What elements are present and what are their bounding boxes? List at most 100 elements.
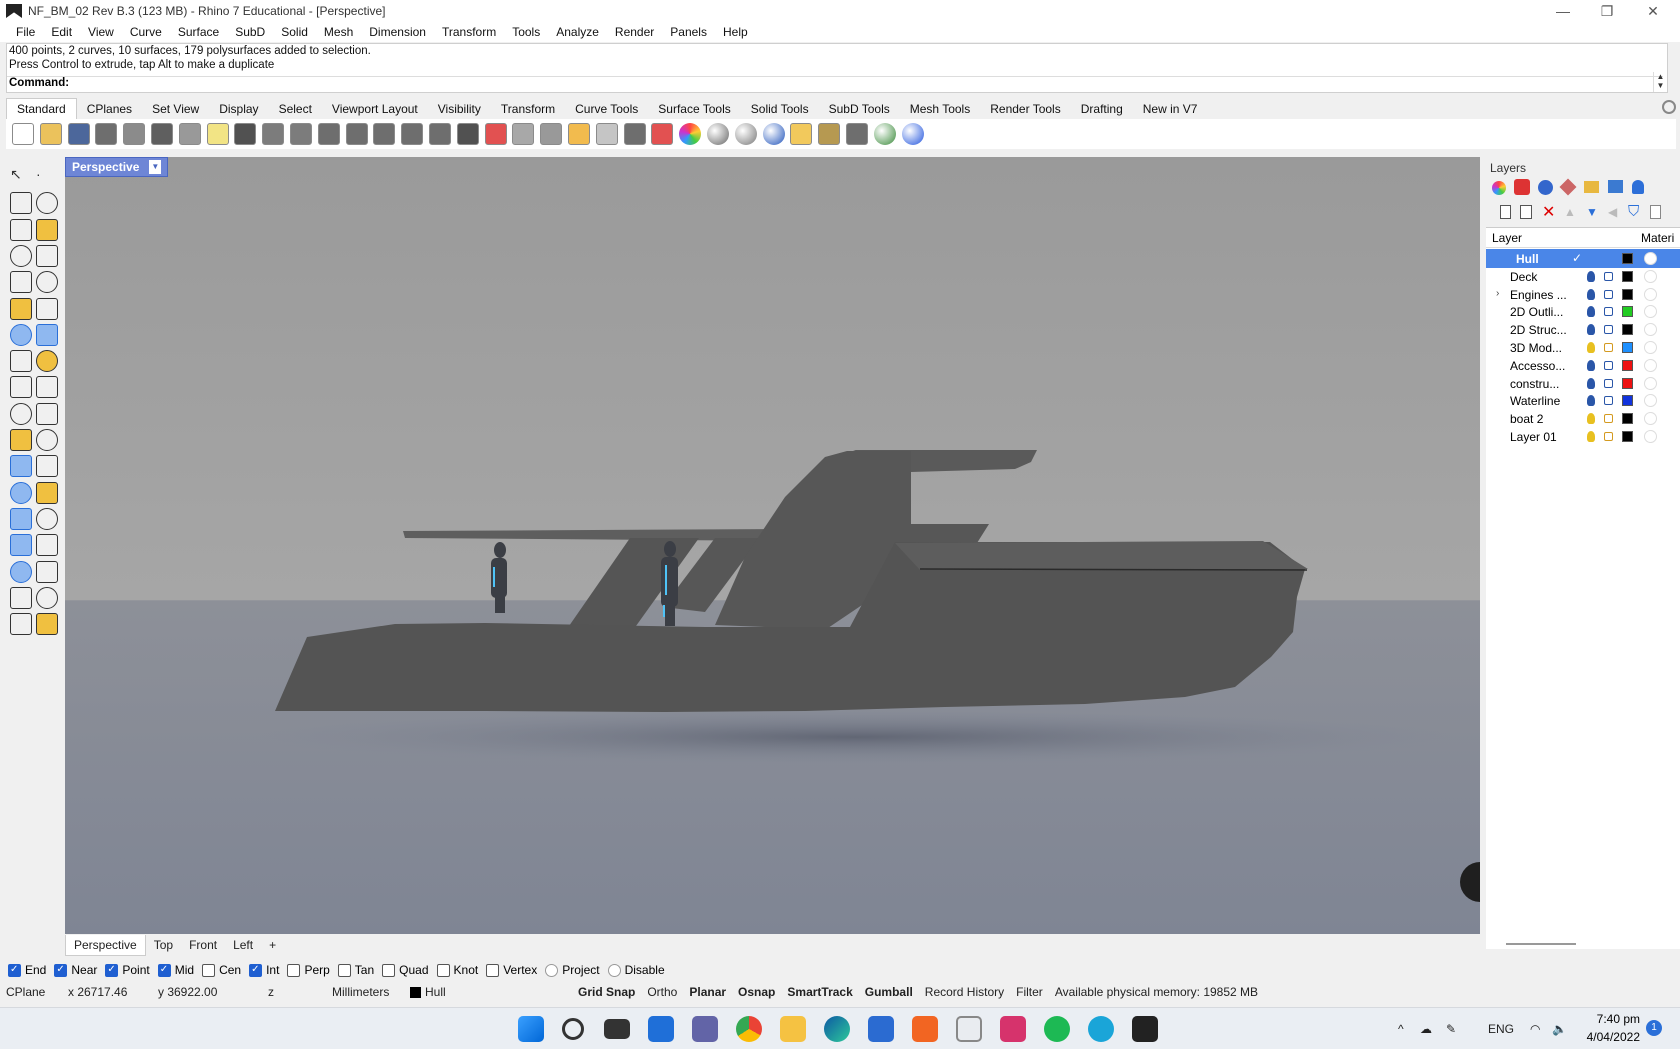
- toggle-osnap[interactable]: Osnap: [732, 985, 781, 999]
- array-icon[interactable]: [10, 560, 32, 583]
- add-viewport-tab-button[interactable]: +: [261, 935, 284, 955]
- osnap-mid[interactable]: Mid: [157, 963, 194, 977]
- tab-standard[interactable]: Standard: [6, 98, 77, 119]
- layer-color-swatch[interactable]: [1622, 288, 1633, 300]
- layer-icon[interactable]: [651, 123, 674, 145]
- color-wheel-icon[interactable]: [679, 123, 702, 145]
- solid-box-icon[interactable]: [10, 534, 32, 557]
- sphere-icon[interactable]: [1538, 180, 1553, 195]
- surface-rotate-icon[interactable]: [36, 350, 58, 373]
- new-sublayer-icon[interactable]: [1520, 205, 1532, 219]
- open-folder-icon[interactable]: [39, 123, 62, 145]
- lock-icon[interactable]: [1604, 360, 1613, 370]
- polyline-icon[interactable]: [10, 192, 32, 215]
- checkbox[interactable]: [436, 963, 450, 977]
- toggle-grid-snap[interactable]: Grid Snap: [572, 985, 641, 999]
- cut-icon[interactable]: [150, 123, 173, 145]
- menu-solid[interactable]: Solid: [273, 25, 316, 39]
- notification-badge[interactable]: 1: [1646, 1020, 1662, 1036]
- tab-perspective[interactable]: Perspective: [65, 934, 146, 956]
- checkbox[interactable]: [607, 963, 621, 977]
- menu-mesh[interactable]: Mesh: [316, 25, 361, 39]
- lightbulb-icon[interactable]: [1587, 342, 1595, 353]
- checkbox[interactable]: [249, 963, 263, 977]
- layer-color-swatch[interactable]: [1622, 413, 1633, 425]
- tab-visibility[interactable]: Visibility: [428, 99, 491, 119]
- lock-icon[interactable]: [1604, 414, 1613, 424]
- material-icon[interactable]: [1644, 323, 1657, 337]
- material-icon[interactable]: [1644, 305, 1657, 319]
- task-view-icon[interactable]: [604, 1019, 630, 1039]
- checkbox[interactable]: [202, 963, 216, 977]
- tab-display[interactable]: Display: [209, 99, 268, 119]
- boolean-union-icon[interactable]: [36, 323, 58, 346]
- menu-tools[interactable]: Tools: [504, 25, 548, 39]
- section-icon[interactable]: [36, 534, 58, 557]
- menu-help[interactable]: Help: [715, 25, 756, 39]
- layer-color-swatch[interactable]: [1622, 395, 1633, 407]
- points-on-icon[interactable]: [36, 429, 58, 451]
- polygon-icon[interactable]: [10, 244, 32, 267]
- color-wheel-icon[interactable]: [1492, 181, 1506, 195]
- pen-icon[interactable]: ✎: [1446, 1022, 1456, 1036]
- file-explorer-icon[interactable]: [780, 1016, 806, 1042]
- material-icon[interactable]: [1644, 430, 1657, 443]
- lightbulb-icon[interactable]: [1587, 431, 1595, 442]
- material-icon[interactable]: [1644, 358, 1657, 372]
- material-icon[interactable]: [1644, 412, 1657, 426]
- lightbulb-icon[interactable]: [1587, 395, 1595, 407]
- units-label[interactable]: Millimeters: [326, 985, 404, 999]
- checkbox[interactable]: [382, 963, 396, 977]
- filter-icon[interactable]: [790, 123, 813, 145]
- lock-icon[interactable]: [1604, 378, 1613, 388]
- menu-file[interactable]: File: [8, 25, 43, 39]
- expand-icon[interactable]: ›: [1496, 288, 1499, 299]
- menu-transform[interactable]: Transform: [434, 25, 504, 39]
- lightbulb-icon[interactable]: [1587, 324, 1595, 336]
- osnap-perp[interactable]: Perp: [287, 963, 330, 977]
- zoom-icon[interactable]: [317, 123, 340, 145]
- sphere-icon[interactable]: [706, 123, 729, 145]
- lock-icon[interactable]: [1604, 432, 1613, 441]
- menu-surface[interactable]: Surface: [170, 25, 227, 39]
- menu-view[interactable]: View: [80, 25, 122, 39]
- points-icon[interactable]: [567, 123, 590, 145]
- car-icon[interactable]: [484, 123, 507, 145]
- tab-viewport-layout[interactable]: Viewport Layout: [322, 99, 428, 119]
- clock-time[interactable]: 7:40 pm: [1584, 1012, 1640, 1026]
- rectangle-icon[interactable]: [36, 244, 58, 267]
- layer-row-layer-01[interactable]: Layer 01: [1486, 427, 1680, 446]
- indesign-icon[interactable]: [1000, 1016, 1026, 1042]
- word-app-icon[interactable]: [1088, 1016, 1114, 1042]
- checkbox[interactable]: [486, 963, 500, 977]
- blue-sphere-icon[interactable]: [762, 123, 785, 145]
- osnap-point[interactable]: Point: [105, 963, 150, 977]
- fillet-icon[interactable]: [10, 455, 32, 478]
- offset-icon[interactable]: [10, 402, 32, 425]
- tab-drafting[interactable]: Drafting: [1071, 99, 1133, 119]
- layer-color-swatch[interactable]: [1622, 359, 1633, 371]
- column-layer[interactable]: Layer: [1492, 231, 1522, 245]
- light-icon[interactable]: [595, 123, 618, 145]
- search-icon[interactable]: [562, 1018, 584, 1040]
- four-views-icon[interactable]: [456, 123, 479, 145]
- layer-row-deck[interactable]: Deck: [1486, 267, 1680, 286]
- osnap-disable[interactable]: Disable: [607, 963, 665, 977]
- tab-select[interactable]: Select: [269, 99, 322, 119]
- select-arrow-icon[interactable]: ↖: [10, 166, 32, 188]
- move-down-icon[interactable]: ▼: [1586, 205, 1598, 219]
- layer-row-accesso[interactable]: Accesso...: [1486, 356, 1680, 375]
- checkbox[interactable]: [157, 963, 171, 977]
- lock-icon[interactable]: [1604, 271, 1613, 281]
- menu-analyze[interactable]: Analyze: [548, 25, 607, 39]
- current-layer[interactable]: Hull: [404, 985, 572, 999]
- group-icon[interactable]: [10, 507, 32, 530]
- illustrator-icon[interactable]: [912, 1016, 938, 1042]
- gear-multi-icon[interactable]: [10, 376, 32, 399]
- blend-icon[interactable]: [10, 429, 32, 451]
- layer-tools-icon[interactable]: [1650, 205, 1661, 219]
- render-icon[interactable]: [10, 613, 32, 636]
- column-material[interactable]: Materi: [1641, 231, 1674, 245]
- tab-mesh-tools[interactable]: Mesh Tools: [900, 99, 980, 119]
- osnap-near[interactable]: Near: [54, 963, 97, 977]
